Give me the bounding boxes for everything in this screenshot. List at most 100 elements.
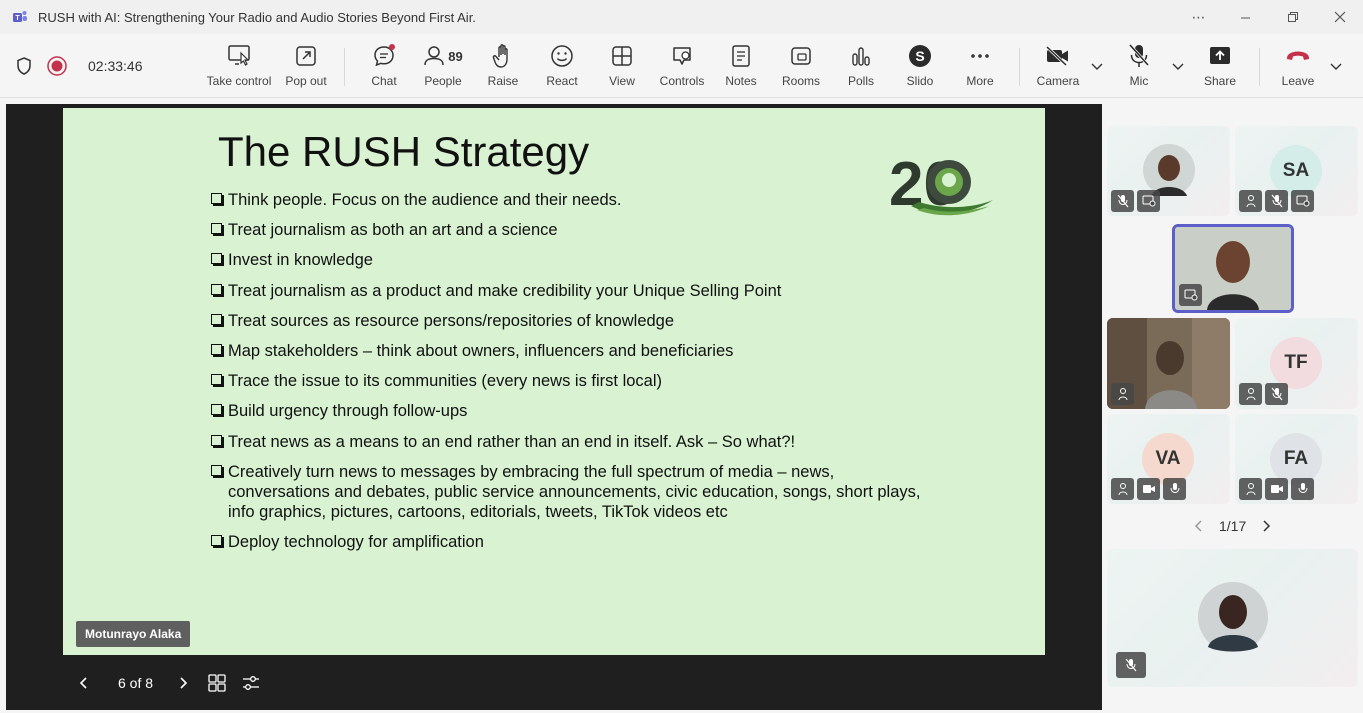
hand-icon: [1239, 478, 1262, 500]
list-item: Invest in knowledge: [209, 250, 929, 270]
restore-button[interactable]: [1269, 0, 1316, 34]
slide-navigation: 6 of 8: [76, 669, 261, 697]
screen-share-icon: [1291, 190, 1314, 212]
people-count: 89: [448, 48, 463, 64]
camera-off-icon: [1137, 478, 1160, 500]
teams-icon: T: [13, 11, 27, 22]
participant-tile[interactable]: [1107, 318, 1230, 409]
participant-tile[interactable]: VA: [1107, 414, 1230, 504]
camera-label: Camera: [1036, 74, 1080, 88]
recording-icon: [47, 56, 67, 76]
grid-view-icon: [612, 46, 632, 66]
camera-off-icon: [1045, 45, 1068, 67]
status-badges: [1179, 284, 1202, 306]
slide-title: The RUSH Strategy: [218, 128, 590, 175]
status-badges: [1239, 190, 1314, 212]
status-badges: [1111, 478, 1186, 500]
controls-label: Controls: [659, 74, 705, 88]
polls-button[interactable]: Polls: [831, 42, 891, 92]
avatar-initials: TF: [1270, 337, 1322, 389]
controls-icon: [673, 47, 691, 65]
take-control-label: Take control: [206, 74, 272, 88]
previous-page-icon[interactable]: [1193, 519, 1205, 533]
toolbar-divider: [1019, 48, 1020, 86]
notes-button[interactable]: Notes: [711, 42, 771, 92]
mic-off-icon: [1128, 43, 1150, 67]
participant-tile[interactable]: [1107, 126, 1230, 216]
previous-slide-icon[interactable]: [76, 675, 92, 691]
participant-tile[interactable]: SA: [1235, 126, 1358, 216]
hand-icon: [1239, 383, 1262, 405]
minimize-button[interactable]: [1222, 0, 1269, 34]
meeting-toolbar: 02:33:46 Take control Pop out Chat 89 Pe…: [0, 34, 1363, 98]
leave-options-chevron-icon[interactable]: [1328, 58, 1344, 74]
raise-hand-icon: [492, 44, 508, 68]
rooms-icon: [791, 47, 811, 65]
shield-icon[interactable]: [14, 56, 34, 76]
raise-hand-button[interactable]: Raise: [473, 42, 533, 92]
page-indicator: 1/17: [1219, 518, 1247, 534]
chat-icon: [374, 44, 395, 67]
toolbar-divider: [1259, 48, 1260, 86]
slide-counter: 6 of 8: [118, 675, 154, 691]
leave-button[interactable]: Leave: [1268, 42, 1328, 92]
rooms-button[interactable]: Rooms: [771, 42, 831, 92]
participant-tile[interactable]: FA: [1235, 414, 1358, 504]
chat-label: Chat: [371, 74, 397, 88]
mic-button[interactable]: Mic: [1109, 42, 1169, 92]
list-item: Trace the issue to its communities (ever…: [209, 371, 929, 391]
react-button[interactable]: React: [532, 42, 592, 92]
view-button[interactable]: View: [592, 42, 652, 92]
slido-button[interactable]: S Slido: [890, 42, 950, 92]
controls-button[interactable]: Controls: [652, 42, 712, 92]
next-page-icon[interactable]: [1260, 519, 1272, 533]
polls-icon: [852, 47, 870, 66]
toolbar-divider: [344, 48, 345, 86]
people-icon: [424, 46, 445, 66]
active-speaker-tile[interactable]: [1172, 224, 1294, 313]
pop-out-button[interactable]: Pop out: [276, 42, 336, 92]
take-control-icon: [228, 45, 250, 66]
svg-text:T: T: [15, 15, 20, 22]
meeting-timer: 02:33:46: [88, 58, 143, 74]
share-button[interactable]: Share: [1190, 42, 1250, 92]
list-item: Treat journalism as both an art and a sc…: [209, 220, 929, 240]
more-button[interactable]: More: [950, 42, 1010, 92]
people-button[interactable]: 89 People: [413, 42, 473, 92]
mic-options-chevron-icon[interactable]: [1170, 58, 1186, 74]
slide-bullet-list: Think people. Focus on the audience and …: [209, 190, 929, 562]
notes-label: Notes: [725, 74, 757, 88]
polls-label: Polls: [847, 74, 874, 88]
camera-button[interactable]: Camera: [1028, 42, 1088, 92]
list-item: Build urgency through follow-ups: [209, 401, 929, 421]
people-label: People: [424, 74, 462, 88]
next-slide-icon[interactable]: [175, 675, 191, 691]
leave-label: Leave: [1281, 74, 1315, 88]
self-view-tile[interactable]: [1107, 549, 1358, 687]
status-badges: [1116, 652, 1146, 678]
camera-options-chevron-icon[interactable]: [1089, 58, 1105, 74]
settings-sliders-icon[interactable]: [241, 673, 261, 693]
participant-tile[interactable]: TF: [1235, 318, 1358, 409]
presenter-name-tag: Motunrayo Alaka: [76, 621, 191, 647]
status-badges: [1239, 478, 1314, 500]
close-window-button[interactable]: [1316, 0, 1363, 34]
participant-pager: 1/17: [1193, 518, 1272, 534]
window-title: RUSH with AI: Strengthening Your Radio a…: [38, 9, 476, 25]
chat-button[interactable]: Chat: [354, 42, 414, 92]
mic-icon: [1163, 478, 1186, 500]
pop-out-label: Pop out: [285, 74, 327, 88]
more-icon: [971, 54, 989, 58]
title-bar: T RUSH with AI: Strengthening Your Radio…: [0, 0, 1363, 34]
slido-icon: S: [909, 45, 931, 67]
take-control-button[interactable]: Take control: [206, 42, 272, 92]
hang-up-icon: [1287, 51, 1309, 60]
meeting-status: 02:33:46: [14, 34, 143, 98]
notes-icon: [732, 45, 750, 67]
share-icon: [1210, 47, 1230, 64]
grid-view-icon[interactable]: [207, 673, 227, 693]
more-options-icon[interactable]: ⋯: [1175, 0, 1222, 34]
mic-off-icon: [1116, 652, 1146, 678]
more-label: More: [966, 74, 994, 88]
list-item: Think people. Focus on the audience and …: [209, 190, 929, 210]
